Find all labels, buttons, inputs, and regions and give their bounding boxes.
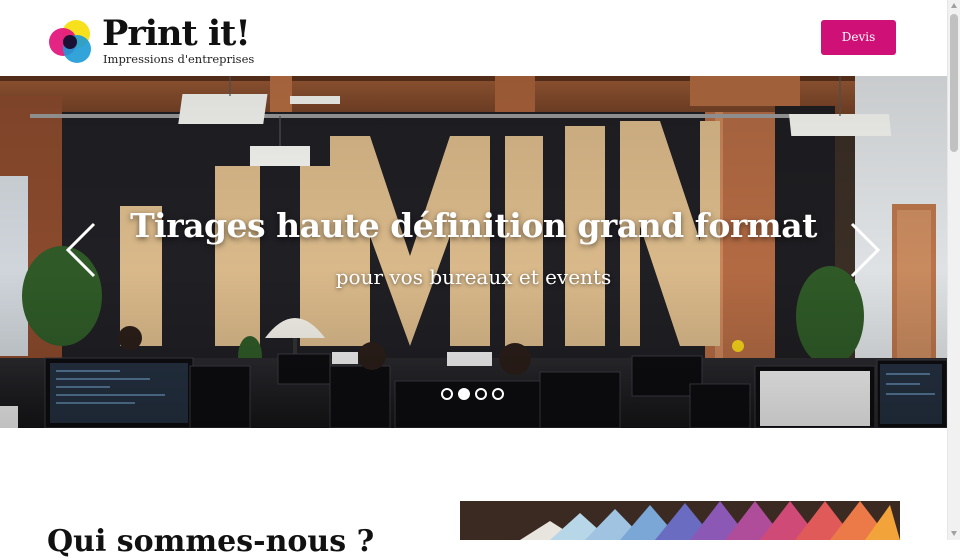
carousel-dot-1[interactable] bbox=[441, 388, 453, 400]
carousel-indicators bbox=[441, 388, 504, 400]
scroll-thumb[interactable] bbox=[950, 14, 958, 152]
brand-tagline: Impressions d'entreprises bbox=[103, 52, 255, 66]
hero-subtitle: pour vos bureaux et events bbox=[335, 265, 612, 289]
carousel-dot-4[interactable] bbox=[492, 388, 504, 400]
brand-logo[interactable]: Print it! Impressions d'entreprises bbox=[47, 13, 254, 68]
carousel-dot-3[interactable] bbox=[475, 388, 487, 400]
brand-name: Print it! bbox=[102, 13, 251, 54]
chevron-left-icon[interactable] bbox=[60, 220, 100, 280]
quote-button[interactable]: Devis bbox=[821, 20, 896, 55]
hero-title: Tirages haute définition grand format bbox=[130, 206, 817, 245]
hero-carousel: Tirages haute définition grand format po… bbox=[0, 76, 947, 428]
section-heading: Qui sommes-nous ? bbox=[47, 524, 375, 559]
hero-office-image bbox=[0, 76, 947, 428]
carousel-dot-2[interactable] bbox=[458, 388, 470, 400]
chevron-right-icon[interactable] bbox=[846, 220, 886, 280]
color-swatches-image bbox=[460, 501, 900, 540]
cmyk-circles-icon bbox=[49, 20, 91, 63]
scroll-down-arrow-icon[interactable] bbox=[951, 531, 957, 536]
site-header: Print it! Impressions d'entreprises Devi… bbox=[0, 0, 947, 76]
page-scrollbar[interactable] bbox=[947, 0, 960, 540]
scroll-up-arrow-icon[interactable] bbox=[951, 3, 957, 8]
